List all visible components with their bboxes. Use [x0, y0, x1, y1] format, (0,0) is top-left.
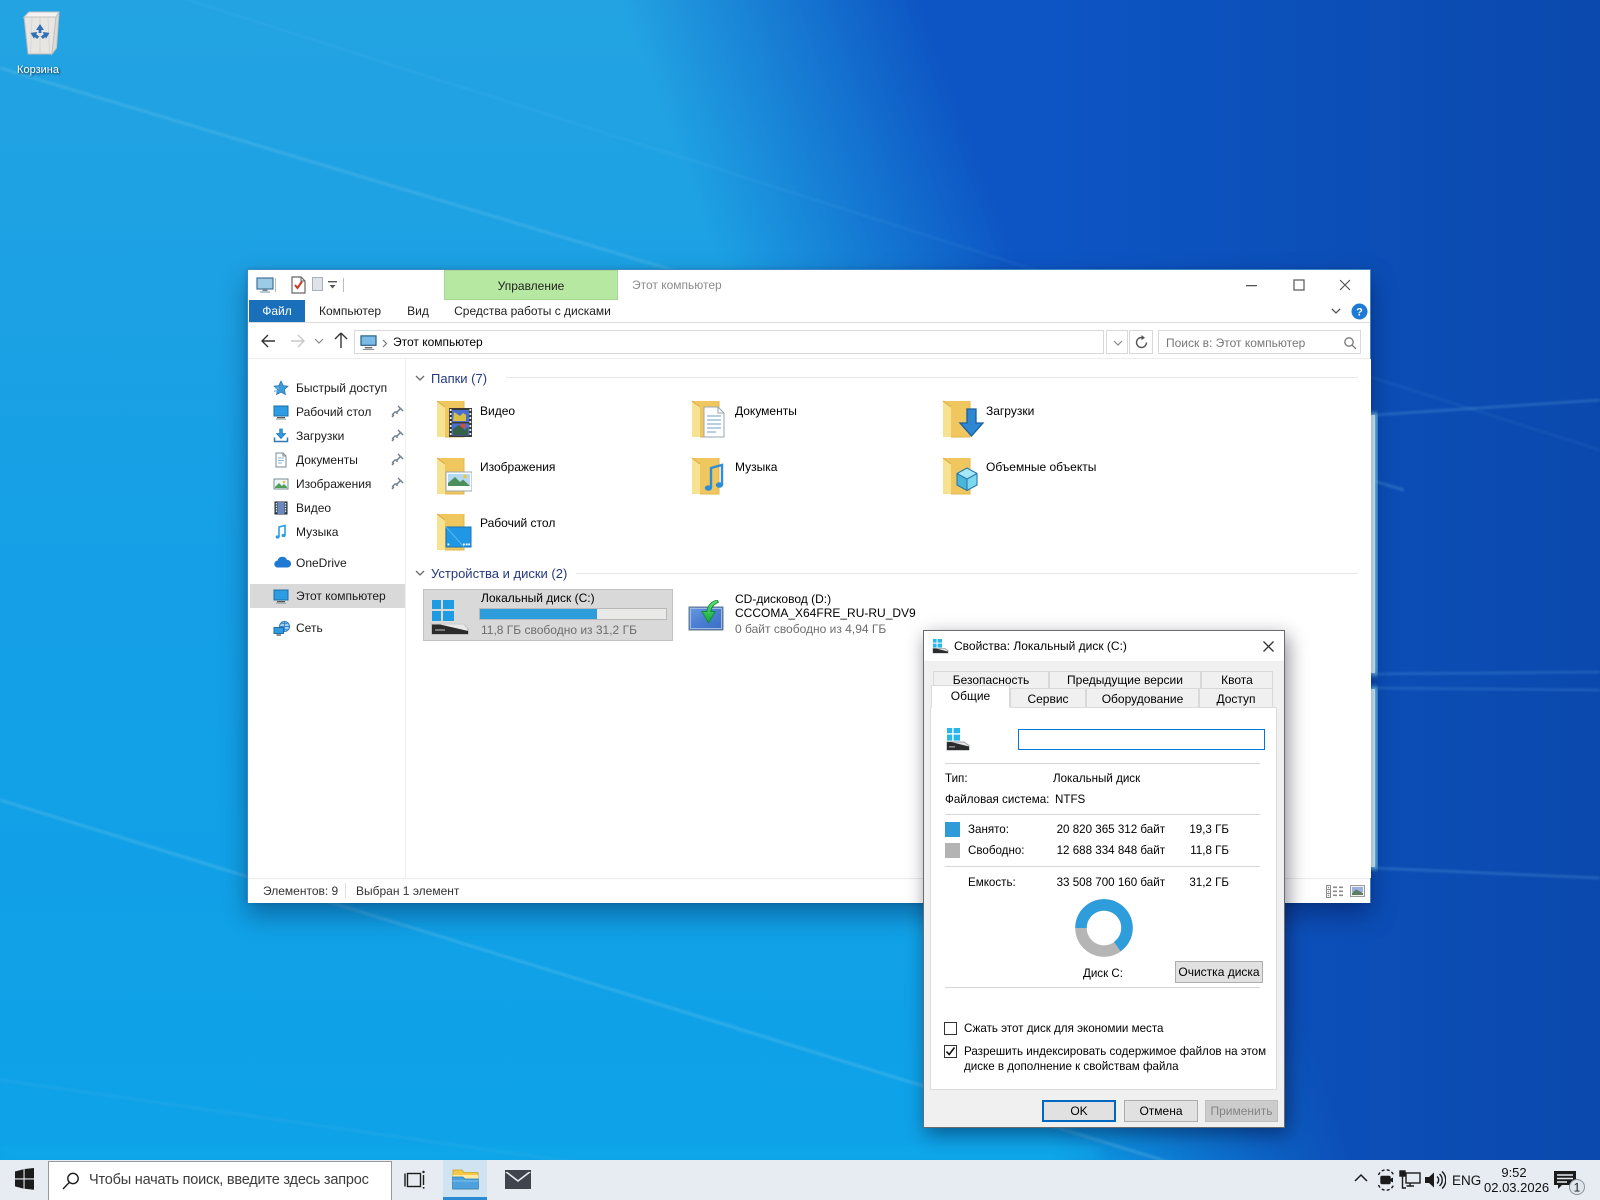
svg-text:1: 1: [1574, 1181, 1581, 1195]
svg-text:?: ?: [1356, 307, 1363, 319]
